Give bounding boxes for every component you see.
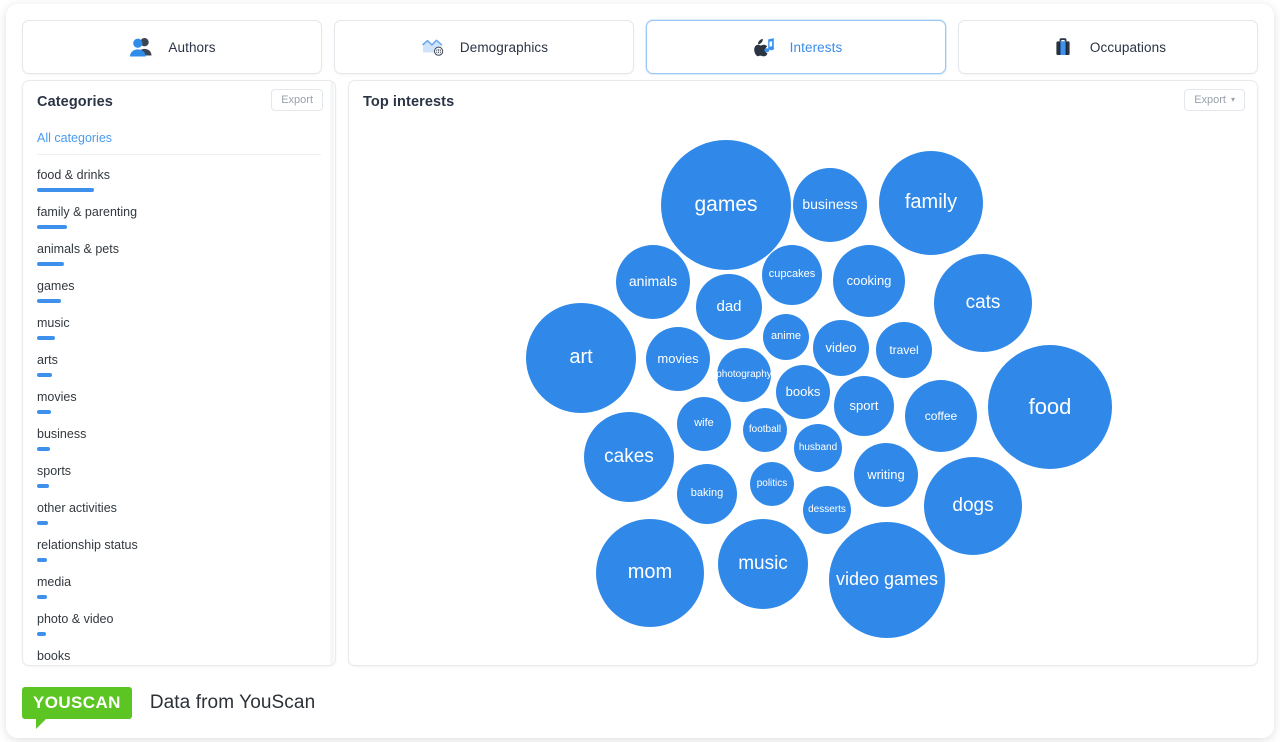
youscan-logo: YOUSCAN <box>22 687 132 729</box>
tab-interests[interactable]: Interests <box>646 20 946 74</box>
interest-bubble[interactable]: travel <box>876 322 932 378</box>
category-item[interactable]: photo & video <box>37 599 321 636</box>
apple-music-note-icon <box>750 35 776 59</box>
category-label: relationship status <box>37 538 138 552</box>
interest-bubble[interactable]: coffee <box>905 380 977 452</box>
tab-interests-label: Interests <box>789 39 843 55</box>
tab-authors-label: Authors <box>168 39 216 55</box>
category-label: books <box>37 649 71 663</box>
interest-bubble[interactable]: video games <box>829 522 945 638</box>
category-label: sports <box>37 464 72 478</box>
category-item[interactable]: movies <box>37 377 321 414</box>
screenshot-root: Authors Demographics Interests Occupatio… <box>0 0 1280 742</box>
interest-bubble[interactable]: mom <box>596 519 704 627</box>
tab-authors[interactable]: Authors <box>22 20 322 74</box>
category-label: photo & video <box>37 612 114 626</box>
category-item[interactable]: business <box>37 414 321 451</box>
category-label: games <box>37 279 75 293</box>
categories-export-button[interactable]: Export <box>271 89 323 112</box>
interest-bubble[interactable]: dogs <box>924 457 1022 555</box>
briefcase-icon <box>1050 35 1076 59</box>
categories-panel: Categories Export All categories food & … <box>22 80 336 666</box>
top-interests-header: Top interests Export ▾ <box>349 81 1257 119</box>
footer-attribution: Data from YouScan <box>149 692 316 713</box>
tab-occupations[interactable]: Occupations <box>958 20 1258 74</box>
category-item[interactable]: media <box>37 562 321 599</box>
interest-bubble[interactable]: writing <box>854 443 918 507</box>
category-item[interactable]: games <box>37 266 321 303</box>
chevron-down-icon: ▾ <box>1230 95 1235 104</box>
category-label: other activities <box>37 501 117 515</box>
interest-bubble[interactable]: animals <box>616 245 690 319</box>
interest-bubble[interactable]: food <box>988 345 1112 469</box>
top-interests-title: Top interests <box>363 94 455 110</box>
category-item[interactable]: music <box>37 303 321 340</box>
interest-bubble[interactable]: football <box>743 408 787 452</box>
interest-bubble[interactable]: video <box>813 320 869 376</box>
interests-bubble-chart: food games family art cats video games mom dogs… <box>349 119 1257 665</box>
interest-bubble[interactable]: wife <box>677 397 731 451</box>
tab-demographics[interactable]: Demographics <box>334 20 634 74</box>
interest-bubble[interactable]: husband <box>794 424 842 472</box>
category-label: business <box>37 427 87 441</box>
category-label: arts <box>37 353 58 367</box>
category-label: food & drinks <box>37 168 110 182</box>
tab-bar: Authors Demographics Interests Occupatio… <box>22 20 1258 74</box>
category-item[interactable]: animals & pets <box>37 229 321 266</box>
interest-bubble[interactable]: cakes <box>584 412 674 502</box>
interest-bubble[interactable]: dad <box>696 274 762 340</box>
interest-bubble[interactable]: sport <box>834 376 894 436</box>
interest-bubble[interactable]: anime <box>763 314 809 360</box>
categories-header: Categories Export <box>23 81 335 119</box>
panels-row: Categories Export All categories food & … <box>22 80 1258 666</box>
category-item[interactable]: other activities <box>37 488 321 525</box>
people-icon <box>128 35 154 59</box>
category-item[interactable]: arts <box>37 340 321 377</box>
interest-bubble[interactable]: cupcakes <box>762 245 822 305</box>
category-item[interactable]: books <box>37 636 321 665</box>
top-interests-panel: Top interests Export ▾ food games family art… <box>348 80 1258 666</box>
category-item[interactable]: sports <box>37 451 321 488</box>
interest-bubble[interactable]: business <box>793 168 867 242</box>
interest-bubble[interactable]: music <box>718 519 808 609</box>
category-label: movies <box>37 390 77 404</box>
top-interests-export-button[interactable]: Export ▾ <box>1184 89 1245 112</box>
categories-scrollbar[interactable] <box>329 81 335 665</box>
all-categories-link[interactable]: All categories <box>37 125 321 155</box>
interest-bubble[interactable]: desserts <box>803 486 851 534</box>
category-label: media <box>37 575 72 589</box>
category-label: music <box>37 316 70 330</box>
category-item[interactable]: family & parenting <box>37 192 321 229</box>
interest-bubble[interactable]: cats <box>934 254 1032 352</box>
interest-bubble[interactable]: baking <box>677 464 737 524</box>
area-chart-globe-icon <box>420 35 446 59</box>
interest-bubble[interactable]: politics <box>750 462 794 506</box>
interest-bubble[interactable]: art <box>526 303 636 413</box>
interest-bubble[interactable]: photography <box>716 348 772 402</box>
categories-title: Categories <box>37 94 113 110</box>
export-label: Export <box>1194 94 1226 106</box>
interest-bubble[interactable]: games <box>661 140 791 270</box>
footer: YOUSCAN Data from YouScan <box>6 668 1274 738</box>
category-item[interactable]: relationship status <box>37 525 321 562</box>
interest-bubble[interactable]: cooking <box>833 245 905 317</box>
category-label: family & parenting <box>37 205 138 219</box>
categories-list[interactable]: All categories food & drinks family & par… <box>23 125 335 665</box>
interest-bubble[interactable]: books <box>776 365 830 419</box>
category-label: animals & pets <box>37 242 119 256</box>
category-item[interactable]: food & drinks <box>37 155 321 192</box>
interest-bubble[interactable]: movies <box>646 327 710 391</box>
interest-bubble[interactable]: family <box>879 151 983 255</box>
app-card: Authors Demographics Interests Occupatio… <box>6 4 1274 738</box>
tab-occupations-label: Occupations <box>1089 39 1167 55</box>
tab-demographics-label: Demographics <box>459 39 549 55</box>
